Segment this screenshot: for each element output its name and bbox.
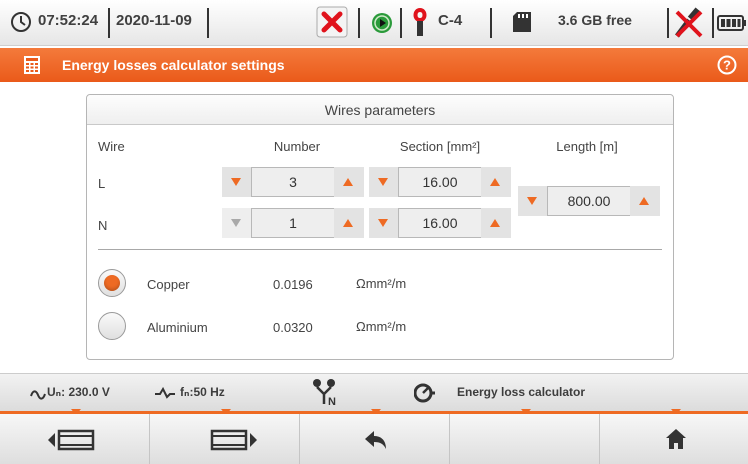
mode-label: Energy loss calculator <box>457 385 586 399</box>
wires-parameters-panel: Wires parameters Wire Number Section [mm… <box>86 94 674 360</box>
home-button[interactable] <box>600 414 748 464</box>
home-icon <box>665 428 687 455</box>
help-icon[interactable]: ? <box>717 55 737 80</box>
increment-button[interactable] <box>481 167 511 197</box>
material-name-aluminium: Aluminium <box>147 320 208 335</box>
wire-label-l: L <box>98 176 106 191</box>
column-header-wire: Wire <box>98 139 125 154</box>
svg-text:N: N <box>328 396 336 408</box>
divider <box>98 249 662 250</box>
battery-icon <box>717 15 747 36</box>
length-stepper: 800.00 <box>518 186 660 216</box>
memory-free: 3.6 GB free <box>558 12 632 28</box>
material-unit-aluminium: Ωmm²/m <box>356 319 407 334</box>
clock-icon <box>10 11 32 38</box>
increment-button[interactable] <box>334 208 364 238</box>
number-stepper-n: 1 <box>222 208 364 238</box>
divider <box>108 8 110 38</box>
decrement-button[interactable] <box>369 208 399 238</box>
meter-icon <box>413 382 436 409</box>
frequency-icon <box>154 386 176 404</box>
divider <box>358 8 360 38</box>
clamp-label: C-4 <box>438 12 463 29</box>
section-value-n[interactable]: 16.00 <box>398 208 482 238</box>
decrement-button[interactable] <box>369 167 399 197</box>
decrement-button[interactable] <box>222 167 252 197</box>
page-title: Energy losses calculator settings <box>62 57 285 73</box>
error-x-icon[interactable] <box>316 6 348 43</box>
wire-label-n: N <box>98 218 108 233</box>
radio-aluminium[interactable] <box>98 312 126 340</box>
back-button[interactable] <box>300 414 450 464</box>
decrement-button[interactable] <box>518 186 548 216</box>
panel-header: Wires parameters <box>87 95 673 125</box>
info-bar: Uₙ: 230.0 V fₙ:50 Hz N Energy loss calcu… <box>0 373 748 411</box>
decrement-button-disabled[interactable] <box>222 208 252 238</box>
status-time: 07:52:24 <box>38 12 99 29</box>
number-stepper-l: 3 <box>222 167 364 197</box>
nominal-voltage: Uₙ: 230.0 V <box>47 385 110 399</box>
usb-disconnected-icon <box>673 6 705 45</box>
ac-wave-icon <box>30 387 46 405</box>
section-stepper-n: 16.00 <box>369 208 511 238</box>
column-header-section: Section [mm²] <box>399 139 481 154</box>
screen-right-icon <box>210 429 260 456</box>
screen-left-button[interactable] <box>0 414 150 464</box>
back-arrow-icon <box>364 429 388 456</box>
section-stepper-l: 16.00 <box>369 167 511 197</box>
status-bar: 07:52:24 2020-11-09 C-4 3.6 GB free <box>0 0 748 46</box>
divider <box>490 8 492 38</box>
material-value-aluminium: 0.0320 <box>273 320 313 335</box>
svg-text:?: ? <box>723 58 731 73</box>
network-topology-icon: N <box>311 378 339 413</box>
section-value-l[interactable]: 16.00 <box>398 167 482 197</box>
nominal-frequency: fₙ:50 Hz <box>180 385 225 399</box>
number-value-l[interactable]: 3 <box>251 167 335 197</box>
status-date: 2020-11-09 <box>116 12 192 29</box>
column-header-number: Number <box>273 139 321 154</box>
divider <box>667 8 669 38</box>
current-clamp-icon <box>412 7 428 43</box>
recording-play-icon[interactable] <box>371 12 393 39</box>
increment-button[interactable] <box>334 167 364 197</box>
divider <box>400 8 402 38</box>
divider <box>207 8 209 38</box>
divider <box>712 8 714 38</box>
screen-right-button[interactable] <box>150 414 300 464</box>
empty-button[interactable] <box>450 414 600 464</box>
radio-copper[interactable] <box>98 269 126 297</box>
increment-button[interactable] <box>481 208 511 238</box>
column-header-length: Length [m] <box>556 139 618 154</box>
title-bar: Energy losses calculator settings ? <box>0 48 748 82</box>
calculator-icon <box>24 56 40 79</box>
screen-left-icon <box>46 429 96 456</box>
increment-button[interactable] <box>630 186 660 216</box>
material-unit-copper: Ωmm²/m <box>356 276 407 291</box>
material-value-copper: 0.0196 <box>273 277 313 292</box>
sd-card-icon <box>512 11 532 38</box>
number-value-n[interactable]: 1 <box>251 208 335 238</box>
material-name-copper: Copper <box>147 277 190 292</box>
length-value[interactable]: 800.00 <box>547 186 631 216</box>
